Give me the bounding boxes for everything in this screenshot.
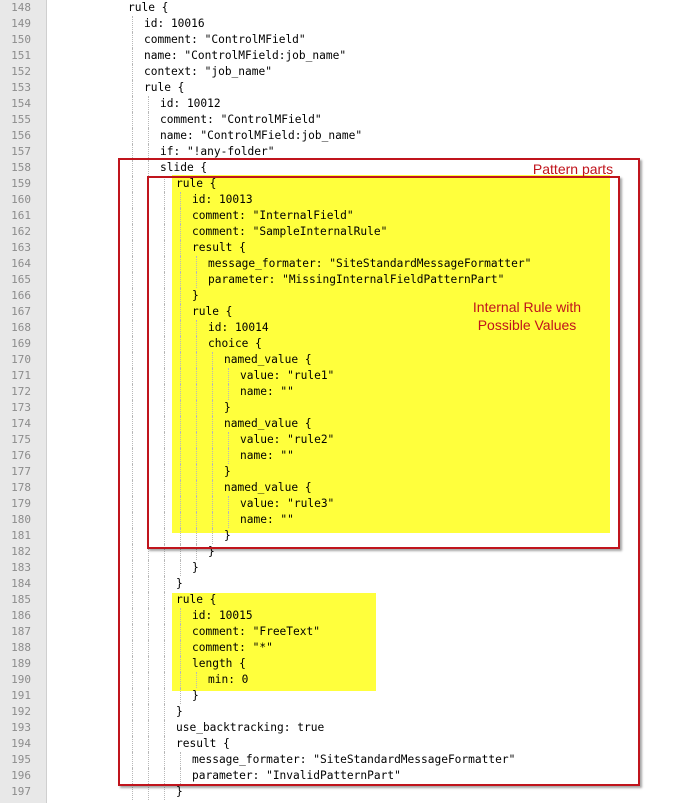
line-number: 150 [11,33,31,46]
line-number: 178 [11,481,31,494]
line-number: 174 [11,417,31,430]
line-number: 172 [11,385,31,398]
code-line: 197} [0,784,698,800]
line-number: 157 [11,145,31,158]
indent-guide [148,784,149,800]
code-text: comment: "ControlMField" [144,33,306,46]
indent-guide [148,128,149,144]
code-line: 156 name: "ControlMField:job_name" [0,128,698,144]
indent-guide [132,112,133,128]
line-number: 188 [11,641,31,654]
indent-guide [132,48,133,64]
line-number: 155 [11,113,31,126]
code-text: } [176,785,183,798]
internal-rule-label-line1: Internal Rule with [472,299,582,315]
code-line: 155 comment: "ControlMField" [0,112,698,128]
line-number: 166 [11,289,31,302]
line-number: 181 [11,529,31,542]
line-number: 176 [11,449,31,462]
code-text: id: 10016 [144,17,205,30]
line-number: 192 [11,705,31,718]
line-number: 180 [11,513,31,526]
code-text: name: "ControlMField:job_name" [160,129,363,142]
line-number: 183 [11,561,31,574]
code-text: id: 10012 [160,97,221,110]
line-number: 153 [11,81,31,94]
line-number: 170 [11,353,31,366]
line-number: 164 [11,257,31,270]
code-line: 153 rule { [0,80,698,96]
line-number: 191 [11,689,31,702]
line-number: 149 [11,17,31,30]
code-line: 154 id: 10012 [0,96,698,112]
code-text: name: "ControlMField:job_name" [144,49,347,62]
code-line: 152 context: "job_name" [0,64,698,80]
line-number: 197 [11,785,31,798]
line-number: 171 [11,369,31,382]
code-line: 148 rule { [0,0,698,16]
line-number: 193 [11,721,31,734]
code-text: rule { [144,81,185,94]
indent-guide [132,80,133,96]
line-number: 154 [11,97,31,110]
internal-rule-label: Internal Rule with Possible Values [452,298,602,334]
line-number: 195 [11,753,31,766]
line-number: 163 [11,241,31,254]
line-number: 196 [11,769,31,782]
code-text: context: "job_name" [144,65,272,78]
code-text: rule { [128,1,169,14]
line-number: 194 [11,737,31,750]
indent-guide [132,784,133,800]
indent-guide [148,96,149,112]
line-number: 161 [11,209,31,222]
line-number: 160 [11,193,31,206]
line-number: 186 [11,609,31,622]
indent-guide [132,64,133,80]
line-number: 151 [11,49,31,62]
pattern-parts-label: Pattern parts [532,161,614,177]
indent-guide [132,128,133,144]
indent-guide [132,96,133,112]
line-number: 187 [11,625,31,638]
line-number: 156 [11,129,31,142]
code-line: 149 id: 10016 [0,16,698,32]
line-number: 177 [11,465,31,478]
line-number: 158 [11,161,31,174]
code-line: 151 name: "ControlMField:job_name" [0,48,698,64]
line-number: 169 [11,337,31,350]
internal-rule-box [147,176,620,549]
line-number: 148 [11,1,31,14]
line-number: 190 [11,673,31,686]
code-text: comment: "ControlMField" [160,113,322,126]
line-number: 152 [11,65,31,78]
internal-rule-label-line2: Possible Values [477,317,577,333]
line-number: 185 [11,593,31,606]
line-number: 167 [11,305,31,318]
line-number: 173 [11,401,31,414]
line-number: 189 [11,657,31,670]
line-number: 175 [11,433,31,446]
code-line: 150 comment: "ControlMField" [0,32,698,48]
indent-guide [132,16,133,32]
line-number: 179 [11,497,31,510]
line-number: 159 [11,177,31,190]
line-number: 165 [11,273,31,286]
line-number: 184 [11,577,31,590]
indent-guide [148,112,149,128]
indent-guide [164,784,165,800]
indent-guide [132,32,133,48]
line-number: 162 [11,225,31,238]
line-number: 168 [11,321,31,334]
line-number: 182 [11,545,31,558]
